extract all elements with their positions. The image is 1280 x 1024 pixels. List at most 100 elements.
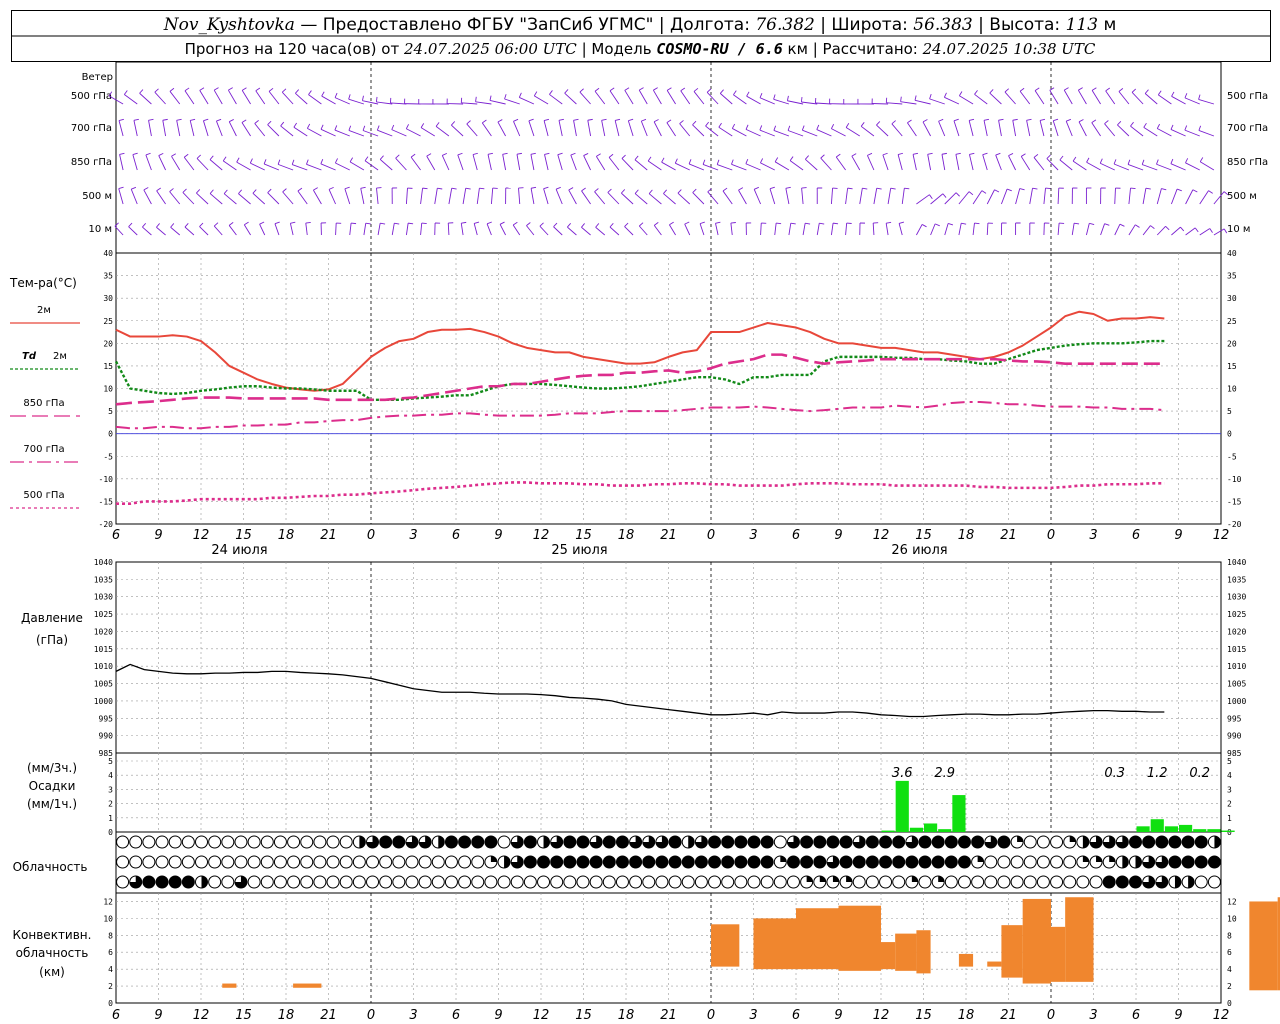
wind-barb-flag xyxy=(328,186,334,190)
wind-barb-flag xyxy=(730,222,736,224)
wind-barb-shaft xyxy=(268,91,280,105)
prec-tick-right: 5 xyxy=(1227,757,1232,766)
cloud-symbol xyxy=(405,875,419,889)
wind-barb-flag xyxy=(362,95,364,101)
wind-barb-shaft xyxy=(196,158,209,171)
wind-barb-flag xyxy=(1034,87,1040,92)
wind-barb-flag xyxy=(639,222,644,227)
temp-tick-right: 20 xyxy=(1227,339,1237,348)
wind-barb-flag xyxy=(922,119,928,123)
wind-barb-shaft xyxy=(1104,123,1116,137)
precip-total-label: 3.6 xyxy=(892,766,913,781)
precip-bar xyxy=(938,829,952,832)
wind-barb-shaft xyxy=(1185,227,1196,236)
conv-tick-right: 12 xyxy=(1227,897,1237,906)
wind-barb-flag xyxy=(653,119,659,123)
wind-barb-shaft xyxy=(348,130,365,137)
conv-tick-right: 8 xyxy=(1227,931,1232,940)
cloud-fill xyxy=(911,876,918,882)
cloud-fill xyxy=(1142,836,1155,848)
wind-barb-shaft xyxy=(133,120,138,137)
wind-barb-shaft xyxy=(760,222,762,236)
wind-barb-flag xyxy=(203,118,209,122)
cloud-fill xyxy=(504,856,511,868)
cloud-fill xyxy=(938,876,945,882)
cloud-fill xyxy=(826,836,839,848)
wind-barb-shaft xyxy=(539,225,549,236)
wind-barb-flag xyxy=(1053,118,1059,122)
cloud-fill xyxy=(971,836,984,848)
cloud-symbol xyxy=(168,835,182,849)
precip-bar xyxy=(1150,819,1164,832)
wind-barb-shaft xyxy=(363,223,367,236)
wind-barb-flag xyxy=(486,221,492,225)
cloud-symbol xyxy=(221,835,235,849)
wind-barb-flag xyxy=(608,153,614,158)
cloud-fill xyxy=(1109,856,1116,862)
wind-barb-shaft xyxy=(156,226,166,236)
wind-barb-shaft xyxy=(989,92,1002,105)
wind-barb-flag xyxy=(249,158,253,164)
wind-barb-flag xyxy=(624,87,630,91)
wind-barb-shaft xyxy=(169,191,181,205)
cloud-fill xyxy=(695,856,708,868)
wind-barb-shaft xyxy=(922,121,931,137)
wind-barb-flag xyxy=(974,222,980,225)
precip-bar xyxy=(1193,829,1207,832)
cloud-symbol xyxy=(865,875,879,889)
wind-barb-flag xyxy=(320,159,324,164)
wind-barb-flag xyxy=(1199,157,1204,162)
cloud-symbol xyxy=(247,855,261,869)
wind-barb-flag xyxy=(738,187,744,191)
wind-barb-flag xyxy=(1091,119,1097,124)
wind-barb-flag xyxy=(360,186,366,189)
wind-barb-shaft xyxy=(1114,187,1116,205)
wind-barb-shaft xyxy=(171,156,181,171)
wind-barb-flag xyxy=(472,152,478,156)
cloud-symbol xyxy=(773,835,787,849)
cloud-fill xyxy=(1214,836,1221,848)
wind-barb-flag xyxy=(1198,125,1202,131)
wind-barb-flag xyxy=(344,186,350,190)
wind-barb-flag xyxy=(1078,87,1083,91)
wind-barb-shaft xyxy=(448,188,453,205)
wind-barb-flag xyxy=(321,91,325,97)
wind-barb-shaft xyxy=(815,102,832,105)
wind-barb-flag xyxy=(789,156,794,161)
wind-barb-shaft xyxy=(1156,163,1172,171)
cloud-symbol xyxy=(1023,855,1037,869)
wind-level-label-right: 10 м xyxy=(1227,224,1250,235)
wind-barb-flag xyxy=(422,187,428,190)
header-line-1: Nov_Kyshtovka — Предоставлено ФГБУ "ЗапС… xyxy=(163,15,1117,35)
wind-barb-shaft xyxy=(1000,188,1008,205)
wind-barb-flag xyxy=(1156,123,1160,129)
wind-barb-shaft xyxy=(293,126,308,137)
wind-barb-flag xyxy=(320,124,324,130)
cloud-symbol xyxy=(1050,875,1064,889)
wind-barb-shaft xyxy=(830,223,834,236)
pres-tick-left: 1040 xyxy=(94,558,113,567)
wind-barb-shaft xyxy=(907,122,917,137)
cloud-symbol xyxy=(668,875,682,889)
wind-barb-shaft xyxy=(802,129,818,137)
model-name: COSMO-RU / 6.6 xyxy=(656,40,782,58)
wind-barb-shaft xyxy=(669,224,676,236)
wind-barb-flag xyxy=(530,152,536,155)
wind-barb-shaft xyxy=(845,188,849,205)
wind-barb-flag xyxy=(628,118,634,122)
wind-barb-shaft xyxy=(653,225,662,236)
pres-tick-right: 990 xyxy=(1227,732,1242,741)
cloud-symbol xyxy=(1010,875,1024,889)
cloud-fill xyxy=(840,836,853,848)
wind-barb-shaft xyxy=(158,155,166,171)
cloud-symbol xyxy=(313,855,327,869)
cloud-symbol xyxy=(471,875,485,889)
wind-barb-flag xyxy=(647,156,652,162)
wind-barb-flag xyxy=(669,221,674,226)
wind-barb-flag xyxy=(876,121,881,126)
cloud-fill xyxy=(879,836,892,848)
wind-barb-flag xyxy=(587,118,593,121)
wind-barb-flag xyxy=(143,187,149,191)
wind-barb-shaft xyxy=(774,161,790,171)
cloud-fill xyxy=(800,856,813,868)
